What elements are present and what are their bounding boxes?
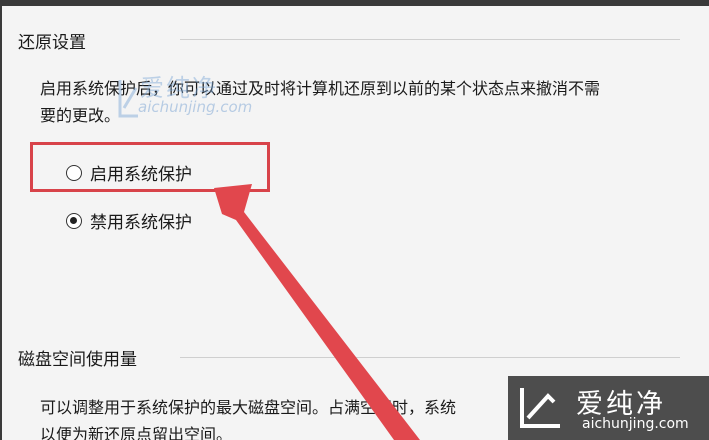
disk-description-line-2: 以便为新还原点留出空间。 xyxy=(40,425,233,440)
highlight-annotation-box xyxy=(30,142,270,192)
window-left-border xyxy=(0,0,2,440)
disk-usage-title: 磁盘空间使用量 xyxy=(18,350,137,370)
disable-protection-radio[interactable] xyxy=(66,212,82,229)
watermark-badge-en: aichunjing.com xyxy=(582,416,689,432)
disk-usage-divider xyxy=(180,357,680,358)
restore-settings-title: 还原设置 xyxy=(18,33,86,53)
disable-protection-label: 禁用系统保护 xyxy=(90,213,192,233)
system-protection-dialog: 还原设置 启用系统保护后，你可以通过及时将计算机还原到以前的某个状态点来撤消不需… xyxy=(0,0,709,440)
watermark-logo-icon xyxy=(520,388,560,428)
disk-usage-description: 可以调整用于系统保护的最大磁盘空间。占满空间时，系统 以便为新还原点留出空间。 xyxy=(40,394,520,440)
watermark-small: 爱纯净 aichunjing.com xyxy=(118,70,278,130)
watermark-small-logo-icon xyxy=(118,80,138,118)
watermark-small-en: aichunjing.com xyxy=(138,98,253,116)
disable-protection-option[interactable]: 禁用系统保护 xyxy=(66,208,192,233)
window-top-border xyxy=(0,0,709,6)
restore-settings-divider xyxy=(180,39,680,40)
disk-description-line-1: 可以调整用于系统保护的最大磁盘空间。占满空间时，系统 xyxy=(40,398,457,417)
watermark-badge: 爱纯净 aichunjing.com xyxy=(508,376,709,440)
